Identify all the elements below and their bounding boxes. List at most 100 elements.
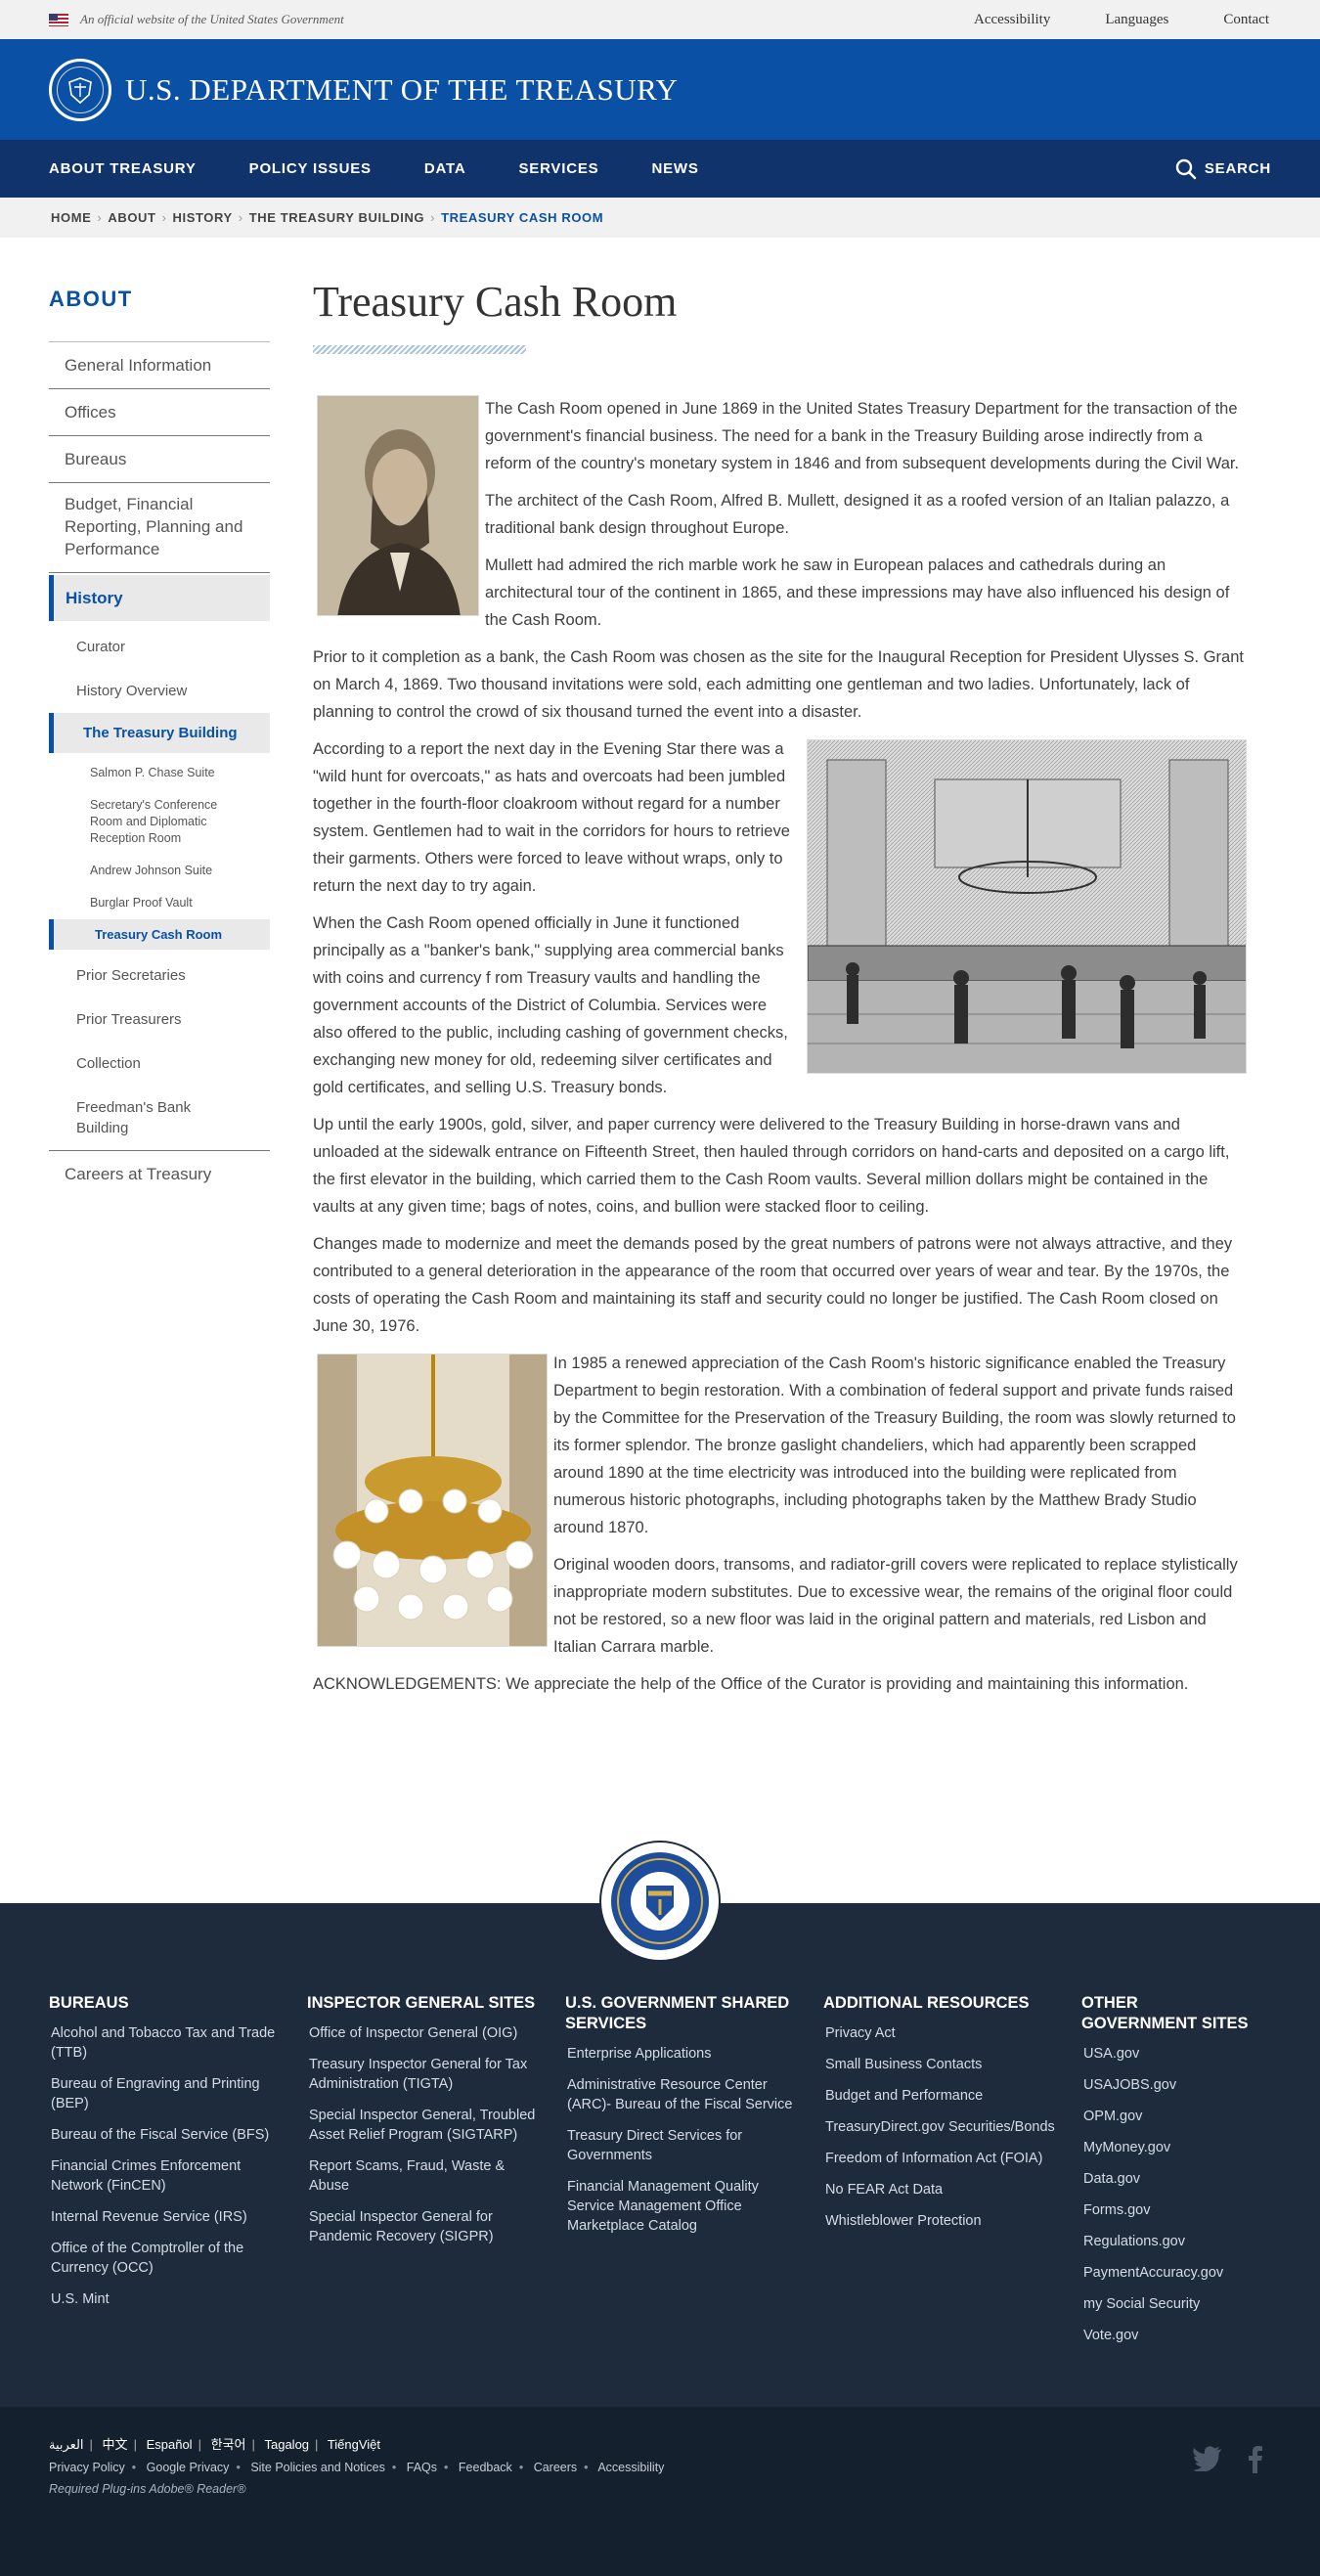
footer-link[interactable]: Whistleblower Protection	[823, 2211, 1062, 2231]
breadcrumb-about[interactable]: ABOUT	[108, 210, 155, 225]
footer-link[interactable]: MyMoney.gov	[1081, 2138, 1257, 2157]
footer-link[interactable]: OPM.gov	[1081, 2107, 1257, 2126]
lang-chinese[interactable]: 中文	[103, 2437, 128, 2452]
nav-about-treasury[interactable]: ABOUT TREASURY	[49, 160, 197, 177]
sidebar-item-andrew-johnson-suite[interactable]: Andrew Johnson Suite	[49, 855, 270, 887]
breadcrumb-history[interactable]: HISTORY	[173, 210, 233, 225]
mullett-portrait-image	[318, 396, 478, 615]
official-banner: An official website of the United States…	[0, 0, 1320, 39]
footer-link[interactable]: Treasury Direct Services for Governments	[565, 2126, 804, 2165]
footer-link[interactable]: TreasuryDirect.gov Securities/Bonds	[823, 2117, 1062, 2137]
footer-link[interactable]: Enterprise Applications	[565, 2044, 804, 2064]
footer-link[interactable]: Financial Crimes Enforcement Network (Fi…	[49, 2156, 287, 2196]
sidebar-item-prior-secretaries[interactable]: Prior Secretaries	[49, 954, 270, 998]
nav-services[interactable]: SERVICES	[518, 160, 598, 177]
languages-link[interactable]: Languages	[1105, 12, 1168, 28]
footer-link[interactable]: Treasury Inspector General for Tax Admin…	[307, 2055, 546, 2094]
footer-link[interactable]: U.S. Mint	[49, 2289, 287, 2309]
nav-news[interactable]: NEWS	[651, 160, 698, 177]
footer-link[interactable]: Bureau of Engraving and Printing (BEP)	[49, 2074, 287, 2113]
sidebar-item-prior-treasurers[interactable]: Prior Treasurers	[49, 998, 270, 1042]
footer-accessibility-link[interactable]: Accessibility	[597, 2461, 664, 2474]
privacy-policy-link[interactable]: Privacy Policy	[49, 2461, 125, 2474]
footer-link[interactable]: Forms.gov	[1081, 2200, 1257, 2220]
footer-link[interactable]: Privacy Act	[823, 2023, 1062, 2043]
footer-link[interactable]: Freedom of Information Act (FOIA)	[823, 2149, 1062, 2168]
footer-link[interactable]: Small Business Contacts	[823, 2055, 1062, 2074]
chevron-right-icon: ›	[97, 210, 103, 225]
footer-col-shared-services: U.S. GOVERNMENT SHARED SERVICES Enterpri…	[565, 1993, 823, 2357]
footer-link[interactable]: USAJOBS.gov	[1081, 2075, 1257, 2095]
footer-link[interactable]: Internal Revenue Service (IRS)	[49, 2207, 287, 2227]
google-privacy-link[interactable]: Google Privacy	[147, 2461, 230, 2474]
search-icon	[1175, 158, 1197, 179]
utility-links: Accessibility Languages Contact	[974, 0, 1269, 39]
footer-link[interactable]: Budget and Performance	[823, 2086, 1062, 2106]
careers-link[interactable]: Careers	[534, 2461, 577, 2474]
twitter-icon[interactable]	[1193, 2446, 1222, 2478]
portrait-image	[317, 395, 479, 616]
accessibility-link[interactable]: Accessibility	[974, 12, 1050, 28]
feedback-link[interactable]: Feedback	[459, 2461, 512, 2474]
lang-tagalog[interactable]: Tagalog	[264, 2437, 309, 2452]
footer-link[interactable]: my Social Security	[1081, 2294, 1257, 2314]
acknowledgements: ACKNOWLEDGEMENTS: We appreciate the help…	[313, 1675, 1189, 1693]
lang-korean[interactable]: 한국어	[211, 2437, 246, 2452]
nav-policy-issues[interactable]: POLICY ISSUES	[249, 160, 372, 177]
footer-link[interactable]: Special Inspector General, Troubled Asse…	[307, 2106, 546, 2145]
sidebar-item-curator[interactable]: Curator	[49, 625, 270, 669]
footer-link[interactable]: Report Scams, Fraud, Waste & Abuse	[307, 2156, 546, 2196]
footer-heading: INSPECTOR GENERAL SITES	[307, 1994, 536, 2012]
search-button[interactable]: SEARCH	[1175, 140, 1271, 198]
footer-col-other-sites: OTHER GOVERNMENT SITES USA.gov USAJOBS.g…	[1081, 1993, 1277, 2357]
footer-link[interactable]: Alcohol and Tobacco Tax and Trade (TTB)	[49, 2023, 287, 2063]
footer-link[interactable]: Administrative Resource Center (ARC)- Bu…	[565, 2075, 804, 2114]
footer-col-bureaus: BUREAUS Alcohol and Tobacco Tax and Trad…	[49, 1993, 307, 2357]
sidebar-item-history-overview[interactable]: History Overview	[49, 669, 270, 713]
footer-link[interactable]: Regulations.gov	[1081, 2232, 1257, 2251]
sidebar-item-freedmans-bank[interactable]: Freedman's Bank Building	[49, 1086, 270, 1151]
sidebar-item-treasury-building[interactable]: The Treasury Building	[49, 713, 270, 753]
footer-link[interactable]: Data.gov	[1081, 2169, 1257, 2189]
footer-link[interactable]: Financial Management Quality Service Man…	[565, 2177, 804, 2236]
seal-inner	[57, 66, 104, 113]
footer-heading: ADDITIONAL RESOURCES	[823, 1994, 1030, 2012]
footer-link[interactable]: Vote.gov	[1081, 2326, 1257, 2345]
footer-link[interactable]: Bureau of the Fiscal Service (BFS)	[49, 2125, 287, 2145]
sidebar-item-offices[interactable]: Offices	[49, 389, 270, 436]
footer-link[interactable]: Office of the Comptroller of the Currenc…	[49, 2239, 287, 2278]
lang-arabic[interactable]: العربية	[49, 2437, 84, 2452]
facebook-icon[interactable]	[1248, 2446, 1263, 2478]
lang-vietnamese[interactable]: TiếngViệt	[328, 2437, 380, 2452]
site-policies-link[interactable]: Site Policies and Notices	[250, 2461, 385, 2474]
sidebar-item-collection[interactable]: Collection	[49, 1042, 270, 1086]
sidebar-item-careers[interactable]: Careers at Treasury	[49, 1151, 270, 1197]
search-label: SEARCH	[1204, 160, 1271, 177]
sidebar-item-bureaus[interactable]: Bureaus	[49, 436, 270, 483]
footer-link[interactable]: Special Inspector General for Pandemic R…	[307, 2207, 546, 2246]
footer-link[interactable]: USA.gov	[1081, 2044, 1257, 2064]
faqs-link[interactable]: FAQs	[407, 2461, 437, 2474]
sidebar-item-treasury-cash-room[interactable]: Treasury Cash Room	[49, 919, 270, 950]
chevron-right-icon: ›	[161, 210, 167, 225]
shield-icon	[68, 76, 92, 104]
sidebar-item-general-information[interactable]: General Information	[49, 341, 270, 389]
sidebar-heading: ABOUT	[49, 287, 133, 311]
sidebar-item-budget[interactable]: Budget, Financial Reporting, Planning an…	[49, 483, 270, 573]
treasury-seal-logo[interactable]	[49, 58, 111, 121]
footer-link[interactable]: No FEAR Act Data	[823, 2180, 1062, 2199]
sidebar-item-chase-suite[interactable]: Salmon P. Chase Suite	[49, 757, 270, 789]
footer-link[interactable]: PaymentAccuracy.gov	[1081, 2263, 1257, 2283]
site-title[interactable]: U.S. DEPARTMENT OF THE TREASURY	[125, 72, 678, 108]
breadcrumb-treasury-building[interactable]: THE TREASURY BUILDING	[249, 210, 424, 225]
contact-link[interactable]: Contact	[1223, 12, 1269, 28]
footer-link[interactable]: Office of Inspector General (OIG)	[307, 2023, 546, 2043]
sidebar-item-history[interactable]: History	[49, 575, 270, 621]
title-underline	[313, 345, 526, 354]
sidebar-item-burglar-proof-vault[interactable]: Burglar Proof Vault	[49, 887, 270, 919]
sidebar-item-conference-room[interactable]: Secretary's Conference Room and Diplomat…	[49, 789, 270, 855]
nav-data[interactable]: DATA	[424, 160, 466, 177]
sidebar: ABOUT General Information Offices Bureau…	[49, 287, 270, 1197]
breadcrumb-home[interactable]: HOME	[51, 210, 91, 225]
lang-spanish[interactable]: Español	[147, 2437, 193, 2452]
